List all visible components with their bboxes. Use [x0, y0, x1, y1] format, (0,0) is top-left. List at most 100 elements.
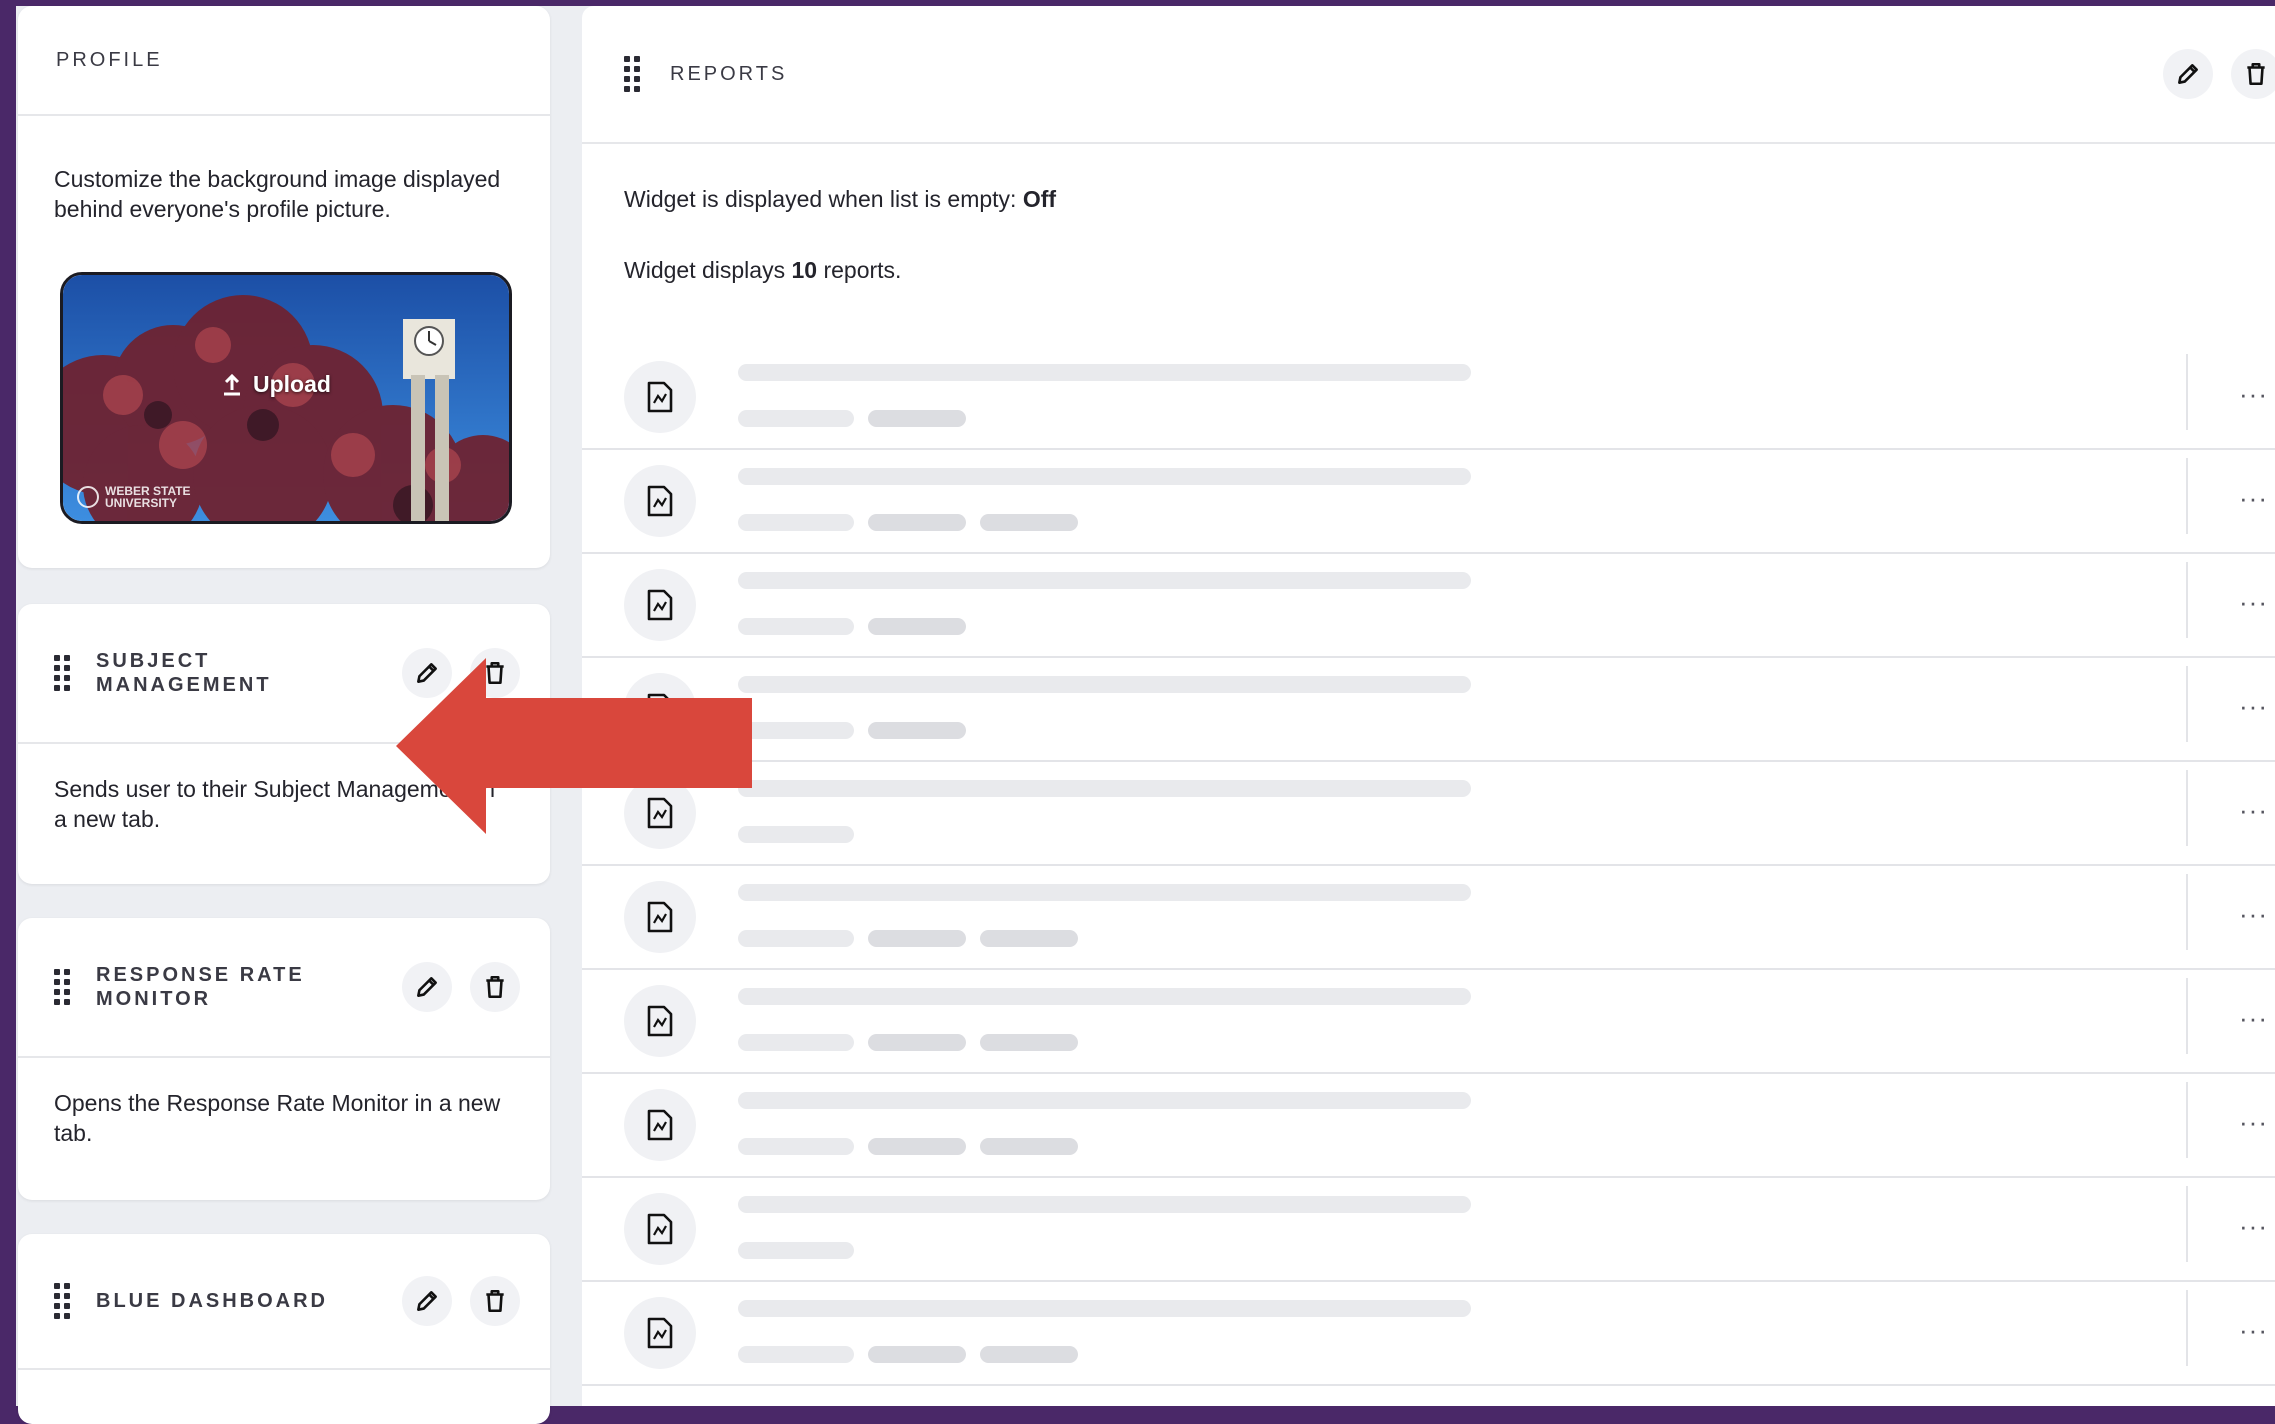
edit-button[interactable]: [402, 1276, 452, 1326]
report-meta-placeholder: [738, 1346, 854, 1363]
report-meta-placeholder: [738, 514, 854, 531]
response-rate-monitor-widget: RESPONSE RATE MONITOR Opens the Response…: [18, 918, 550, 1200]
weber-state-watermark: WEBER STATE UNIVERSITY: [77, 485, 225, 509]
report-title-placeholder: [738, 780, 1471, 797]
response-rate-actions: [402, 962, 520, 1012]
file-report-icon: [624, 465, 696, 537]
row-divider: [2186, 1290, 2188, 1366]
report-row[interactable]: ···: [582, 554, 2275, 658]
report-list: ··· ··· ··· ··· ··· ··· ··· ··· ··· ···: [582, 346, 2275, 1386]
report-meta-placeholder: [738, 1138, 854, 1155]
file-report-icon: [624, 1297, 696, 1369]
more-icon[interactable]: ···: [2239, 1211, 2275, 1241]
more-icon[interactable]: ···: [2239, 691, 2275, 721]
empty-list-setting: Widget is displayed when list is empty: …: [624, 186, 1057, 212]
report-title-placeholder: [738, 884, 1471, 901]
profile-title: PROFILE: [56, 49, 163, 71]
report-row[interactable]: ···: [582, 866, 2275, 970]
upload-icon: [224, 373, 240, 395]
report-title-placeholder: [738, 468, 1471, 485]
upload-label: Upload: [253, 371, 331, 397]
report-row[interactable]: ···: [582, 346, 2275, 450]
report-tag-placeholder: [868, 514, 966, 531]
row-divider: [2186, 874, 2188, 950]
drag-handle-icon[interactable]: [54, 655, 70, 691]
file-report-icon: [624, 985, 696, 1057]
response-rate-header: RESPONSE RATE MONITOR: [18, 918, 550, 1058]
blue-dashboard-title: BLUE DASHBOARD: [96, 1290, 328, 1312]
blue-dashboard-actions: [402, 1276, 520, 1326]
file-report-icon: [624, 569, 696, 641]
upload-button[interactable]: Upload: [221, 371, 331, 398]
reports-header: REPORTS: [582, 6, 2275, 144]
delete-button[interactable]: [2231, 49, 2275, 99]
report-title-placeholder: [738, 988, 1471, 1005]
profile-widget: PROFILE Customize the background image d…: [18, 6, 550, 568]
reports-info: Widget is displayed when list is empty: …: [582, 144, 2275, 285]
delete-button[interactable]: [470, 962, 520, 1012]
row-divider: [2186, 1082, 2188, 1158]
report-count-setting: Widget displays 10 reports.: [624, 257, 902, 283]
reports-title: REPORTS: [670, 63, 788, 85]
response-rate-title: RESPONSE RATE MONITOR: [96, 964, 305, 1010]
report-tag-placeholder: [868, 1138, 966, 1155]
row-divider: [2186, 458, 2188, 534]
report-title-placeholder: [738, 572, 1471, 589]
edit-button[interactable]: [402, 962, 452, 1012]
report-tag-placeholder: [868, 722, 966, 739]
report-meta-placeholder: [738, 826, 854, 843]
response-rate-description: Opens the Response Rate Monitor in a new…: [54, 1090, 501, 1146]
file-report-icon: [624, 1089, 696, 1161]
subject-management-title: SUBJECT MANAGEMENT: [96, 650, 272, 696]
pencil-icon: [2178, 64, 2198, 84]
edit-button[interactable]: [2163, 49, 2213, 99]
row-divider: [2186, 1186, 2188, 1262]
file-report-icon: [624, 361, 696, 433]
report-row[interactable]: ···: [582, 450, 2275, 554]
blue-dashboard-header: BLUE DASHBOARD: [18, 1234, 550, 1370]
report-title-placeholder: [738, 676, 1471, 693]
more-icon[interactable]: ···: [2239, 795, 2275, 825]
drag-handle-icon[interactable]: [54, 969, 70, 1005]
trash-icon: [2247, 62, 2265, 86]
reports-actions: [2163, 49, 2275, 99]
reports-widget: REPORTS Widget is displayed when list is…: [582, 6, 2275, 1406]
profile-background-image[interactable]: Upload WEBER STATE UNIVERSITY: [60, 272, 512, 524]
dashboard-editor: PROFILE Customize the background image d…: [16, 6, 2275, 1424]
row-divider: [2186, 666, 2188, 742]
blue-dashboard-widget: BLUE DASHBOARD: [18, 1234, 550, 1424]
pencil-icon: [417, 977, 437, 997]
more-icon[interactable]: ···: [2239, 587, 2275, 617]
report-row[interactable]: ···: [582, 970, 2275, 1074]
report-title-placeholder: [738, 1092, 1471, 1109]
drag-handle-icon[interactable]: [624, 56, 640, 92]
report-title-placeholder: [738, 1196, 1471, 1213]
more-icon[interactable]: ···: [2239, 483, 2275, 513]
wsu-logo-icon: [77, 486, 99, 508]
more-icon[interactable]: ···: [2239, 1315, 2275, 1345]
row-divider: [2186, 354, 2188, 430]
file-report-icon: [624, 1193, 696, 1265]
trash-icon: [486, 975, 504, 999]
delete-button[interactable]: [470, 1276, 520, 1326]
more-icon[interactable]: ···: [2239, 1107, 2275, 1137]
trash-icon: [486, 1289, 504, 1313]
report-tag-placeholder: [868, 1034, 966, 1051]
report-tag-placeholder: [980, 514, 1078, 531]
drag-handle-icon[interactable]: [54, 1283, 70, 1319]
report-tag-placeholder: [868, 1346, 966, 1363]
report-row[interactable]: ···: [582, 1178, 2275, 1282]
row-divider: [2186, 978, 2188, 1054]
report-row[interactable]: ···: [582, 658, 2275, 762]
report-meta-placeholder: [738, 1242, 854, 1259]
pencil-icon: [417, 1291, 437, 1311]
report-row[interactable]: ···: [582, 1282, 2275, 1386]
report-row[interactable]: ···: [582, 1074, 2275, 1178]
profile-header: PROFILE: [18, 6, 550, 116]
report-title-placeholder: [738, 1300, 1471, 1317]
more-icon[interactable]: ···: [2239, 899, 2275, 929]
more-icon[interactable]: ···: [2239, 379, 2275, 409]
more-icon[interactable]: ···: [2239, 1003, 2275, 1033]
report-row[interactable]: ···: [582, 762, 2275, 866]
report-meta-placeholder: [738, 930, 854, 947]
